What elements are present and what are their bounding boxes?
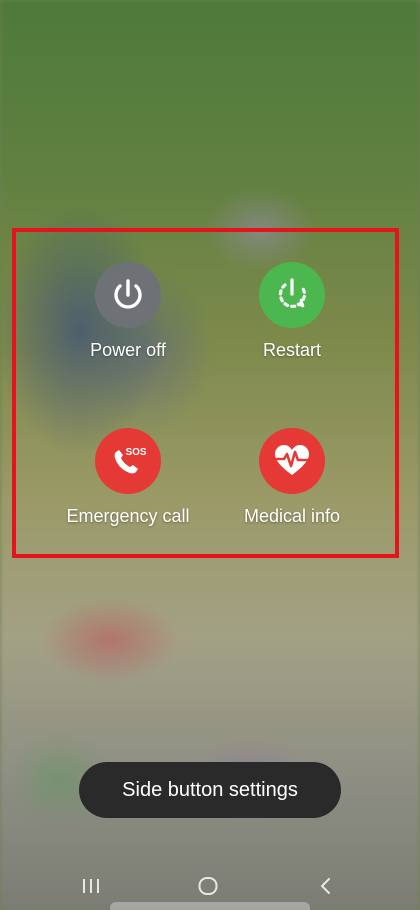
power-off-option[interactable]: Power off — [38, 262, 218, 361]
recent-apps-button[interactable] — [78, 874, 104, 898]
back-icon — [321, 878, 330, 894]
recent-apps-icon — [83, 879, 99, 893]
medical-info-button[interactable] — [259, 428, 325, 494]
home-icon — [198, 877, 218, 895]
medical-info-label: Medical info — [243, 506, 341, 526]
gesture-handle — [110, 902, 310, 910]
heart-pulse-icon — [274, 445, 310, 475]
power-icon — [114, 279, 142, 309]
restart-option[interactable]: Restart — [202, 262, 382, 361]
side-button-settings-label: Side button settings — [122, 778, 298, 801]
side-button-settings-button[interactable]: Side button settings — [79, 762, 341, 818]
emergency-call-button[interactable]: SOS — [95, 428, 161, 494]
power-off-button[interactable] — [95, 262, 161, 328]
restart-button[interactable] — [259, 262, 325, 328]
emergency-call-label: Emergency call — [66, 506, 190, 526]
sos-phone-icon: SOS — [114, 447, 147, 474]
restart-label: Restart — [262, 340, 322, 360]
sos-text: SOS — [125, 447, 146, 458]
restart-icon — [278, 278, 306, 308]
power-off-label: Power off — [90, 340, 166, 360]
back-button[interactable] — [313, 874, 339, 898]
home-button[interactable] — [195, 874, 221, 898]
medical-info-option[interactable]: Medical info — [202, 428, 382, 527]
emergency-call-option[interactable]: SOS Emergency call — [38, 428, 218, 527]
